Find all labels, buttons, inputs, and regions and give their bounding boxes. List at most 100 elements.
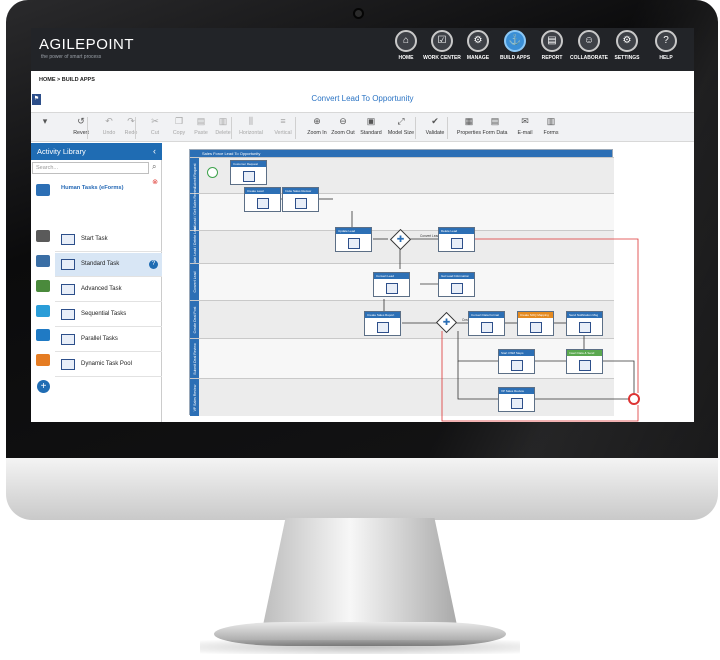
forms-icon: ▥ <box>546 116 556 126</box>
process-task[interactable]: Start OSM Steps <box>498 349 535 374</box>
library-item[interactable]: Sequential Tasks <box>55 303 162 327</box>
undo-icon: ↶ <box>105 116 113 126</box>
task-title: Convert Data Format <box>469 312 504 318</box>
process-task[interactable]: Create Sales Report <box>364 311 401 336</box>
form-icon <box>578 322 591 333</box>
forms-category-icon[interactable] <box>36 255 50 267</box>
zoom-out-button[interactable]: ⊖ Zoom Out <box>329 116 357 136</box>
properties-button[interactable]: ▦ Properties <box>455 116 483 136</box>
library-item[interactable]: Parallel Tasks <box>55 328 162 352</box>
manage-icon: ⚙ <box>467 30 489 52</box>
search-icon[interactable]: ⌕ <box>152 162 156 172</box>
process-task[interactable]: Send Notification Msg <box>566 311 603 336</box>
process-task[interactable]: Get Lead Information <box>438 272 475 297</box>
validate-button[interactable]: ✔ Validate <box>421 116 449 136</box>
process-task[interactable]: Create Lead <box>244 187 281 212</box>
close-category-icon[interactable]: ⊗ <box>152 178 158 186</box>
process-canvas[interactable]: Sales Force Lead To Opportunity Submit R… <box>162 143 694 422</box>
model-size-button[interactable]: ⤢ Model Size <box>387 116 415 136</box>
form-icon <box>510 398 523 409</box>
webcam <box>353 8 364 19</box>
process-task[interactable]: Customer Request <box>230 160 267 185</box>
category-label: Human Tasks (eForms) <box>61 185 124 191</box>
horizontal-button[interactable]: ⫼ Horizontal <box>237 116 265 136</box>
process-task[interactable]: Create SOQ Mapping <box>517 311 554 336</box>
start-event[interactable] <box>207 167 218 178</box>
nav-home[interactable]: ⌂ HOME <box>387 30 425 61</box>
nav-report[interactable]: ▤ REPORT <box>533 30 571 61</box>
report-icon: ▤ <box>541 30 563 52</box>
task-title: Update Lead <box>336 228 371 234</box>
nav-settings[interactable]: ⚙ SETTINGS <box>608 30 646 61</box>
vertical-button[interactable]: ≡ Vertical <box>269 116 297 136</box>
database-category-icon[interactable] <box>36 280 50 292</box>
cloud-category-icon[interactable] <box>36 305 50 317</box>
process-task[interactable]: Invite Sales Review <box>282 187 319 212</box>
toolbar-label: Zoom Out <box>331 130 355 136</box>
nav-label: SETTINGS <box>614 55 640 61</box>
revert-button[interactable]: ↺ Revert <box>67 116 95 136</box>
task-title: Start OSM Steps <box>499 350 534 356</box>
form-icon <box>529 322 542 333</box>
library-search-input[interactable]: Search... <box>32 162 149 174</box>
add-category-button[interactable]: + <box>37 380 50 393</box>
toolbar-label: Standard <box>360 130 382 136</box>
nav-help[interactable]: ? HELP <box>647 30 685 61</box>
nav-label: WORK CENTER <box>423 55 461 61</box>
delete-button[interactable]: ▥ Delete <box>209 116 237 136</box>
form-icon <box>450 238 463 249</box>
model-size-icon: ⤢ <box>397 116 405 126</box>
standard-button[interactable]: ▣ Standard <box>357 116 385 136</box>
task-icon <box>61 359 75 370</box>
task-icon <box>61 284 75 295</box>
nav-collaborate[interactable]: ☺ COLLABORATE <box>570 30 608 61</box>
form-data-button[interactable]: ▤ Form Data <box>481 116 509 136</box>
brand-logo[interactable]: AGILEPOINT <box>39 36 134 53</box>
library-item[interactable]: Start Task <box>55 228 162 252</box>
nav-build-apps[interactable]: ⚓ BUILD APPS <box>496 30 534 61</box>
toolbar-separator <box>415 117 416 139</box>
integration-category-icon[interactable] <box>36 354 50 366</box>
forms-button[interactable]: ▥ Forms <box>537 116 565 136</box>
process-task[interactable]: VP Sales Review <box>498 387 535 412</box>
form-icon <box>347 238 360 249</box>
task-icon <box>61 259 75 270</box>
process-task[interactable]: Convert Data Format <box>468 311 505 336</box>
library-category[interactable]: Human Tasks (eForms) ⊗ <box>31 178 162 202</box>
revert-icon: ↺ <box>77 116 85 126</box>
end-event[interactable] <box>628 393 640 405</box>
library-item[interactable]: Advanced Task <box>55 278 162 302</box>
e-mail-button[interactable]: ✉ E-mail <box>511 116 539 136</box>
collapse-chevron-icon[interactable]: ‹ <box>153 143 156 160</box>
library-item[interactable]: Dynamic Task Pool <box>55 353 162 377</box>
sharepoint-category-icon[interactable] <box>36 329 50 341</box>
activity-library: Activity Library ‹ Search... ⌕ Human Tas… <box>31 143 162 422</box>
toolbar-label: Zoom In <box>307 130 327 136</box>
nav-label: BUILD APPS <box>499 55 531 61</box>
nav-label: HOME <box>398 55 414 61</box>
task-title: Get Lead Information <box>439 273 474 279</box>
library-item-label: Dynamic Task Pool <box>81 361 132 367</box>
nav-label: COLLABORATE <box>570 55 608 61</box>
home-icon: ⌂ <box>395 30 417 52</box>
toolbar-label: Properties <box>456 130 482 136</box>
library-item[interactable]: Standard Task? <box>55 253 162 277</box>
toolbar-separator <box>447 117 448 139</box>
toolbar-label: E-mail <box>517 130 533 136</box>
eforms-category-icon[interactable] <box>36 230 50 242</box>
nav-manage[interactable]: ⚙ MANAGE <box>459 30 497 61</box>
save-button[interactable]: ▾ <box>35 116 55 127</box>
nav-work-center[interactable]: ☑ WORK CENTER <box>423 30 461 61</box>
process-task[interactable]: Convert Lead <box>373 272 410 297</box>
process-task[interactable]: Insert Data & Send <box>566 349 603 374</box>
delete-icon: ▥ <box>218 116 228 126</box>
process-task[interactable]: Delete Lead <box>438 227 475 252</box>
zoom-in-button[interactable]: ⊕ Zoom In <box>303 116 331 136</box>
process-task[interactable]: Update Lead <box>335 227 372 252</box>
breadcrumb[interactable]: HOME > BUILD APPS <box>39 77 95 83</box>
page-title: Convert Lead To Opportunity <box>311 94 414 103</box>
help-icon[interactable]: ? <box>149 260 158 269</box>
collaborate-icon: ☺ <box>578 30 600 52</box>
human-tasks-icon <box>36 184 50 196</box>
library-item-label: Start Task <box>81 236 108 242</box>
